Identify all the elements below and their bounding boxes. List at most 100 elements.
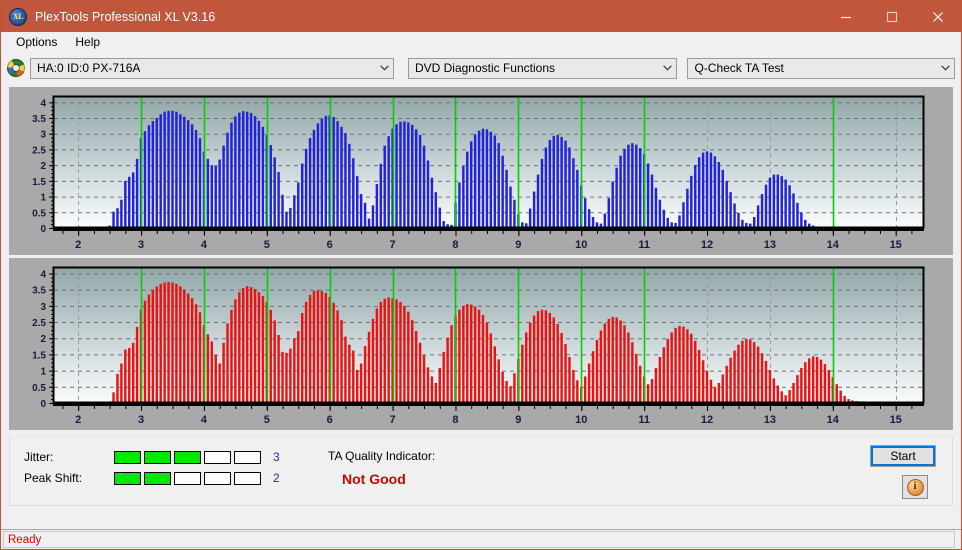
- svg-text:6: 6: [327, 239, 333, 251]
- svg-text:3: 3: [40, 130, 46, 141]
- svg-text:1: 1: [40, 367, 46, 378]
- svg-text:2: 2: [40, 161, 46, 172]
- svg-text:10: 10: [575, 414, 587, 426]
- maximize-icon[interactable]: [869, 1, 915, 32]
- meter-segment: [204, 471, 231, 485]
- svg-text:4: 4: [40, 269, 46, 280]
- ta-quality-block: TA Quality Indicator: Not Good: [328, 449, 435, 487]
- svg-text:0.5: 0.5: [32, 383, 46, 394]
- info-icon: i: [906, 478, 924, 496]
- chevron-down-icon: [659, 59, 676, 78]
- ta-quality-label: TA Quality Indicator:: [328, 449, 436, 463]
- svg-text:2: 2: [75, 414, 81, 426]
- svg-text:15: 15: [890, 239, 902, 251]
- peak-shift-value: 2: [273, 471, 280, 485]
- minimize-icon[interactable]: [823, 1, 869, 32]
- drive-select[interactable]: HA:0 ID:0 PX-716A: [30, 57, 394, 79]
- svg-text:2: 2: [40, 334, 46, 345]
- peak-shift-chart-panel: 0 0.5 1 1.5 2 2.5 3 3.5 4 2 3 4 5 6 7 8 9 10 11 12 13 14 15: [9, 258, 953, 430]
- svg-text:14: 14: [827, 239, 840, 251]
- svg-text:7: 7: [390, 239, 396, 251]
- svg-text:4: 4: [40, 98, 46, 109]
- selector-bar: HA:0 ID:0 PX-716A DVD Diagnostic Functio…: [1, 53, 961, 83]
- charts-container: 0 0.5 1 1.5 2 2.5 3 3.5 4 2 3 4 5 6 7 8 9 10 11 12 13 14 15 00…: [9, 87, 953, 430]
- jitter-chart-panel: 0 0.5 1 1.5 2 2.5 3 3.5 4 2 3 4 5 6 7 8 9 10 11 12 13 14 15: [9, 87, 953, 255]
- results-panel: Jitter: 3 Peak Shift: 2 TA Quality Indic…: [9, 436, 953, 506]
- function-select-value: DVD Diagnostic Functions: [414, 61, 555, 75]
- svg-text:3.5: 3.5: [32, 286, 46, 297]
- window-controls: [823, 1, 961, 32]
- meter-segment: [234, 450, 261, 464]
- jitter-label: Jitter:: [24, 450, 54, 464]
- close-icon[interactable]: [915, 1, 961, 32]
- svg-text:1.5: 1.5: [32, 177, 46, 188]
- svg-text:11: 11: [638, 239, 650, 251]
- jitter-chart: 0 0.5 1 1.5 2 2.5 3 3.5 4 2 3 4 5 6 7 8 9 10 11 12 13 14 15: [32, 95, 925, 251]
- chevron-down-icon: [937, 59, 954, 78]
- peak-shift-meter-row: Peak Shift: 2: [24, 471, 280, 485]
- xl-logo-icon: XL: [9, 7, 27, 26]
- svg-text:2.5: 2.5: [32, 145, 46, 156]
- jitter-meter: [114, 450, 261, 464]
- svg-text:12: 12: [701, 239, 713, 251]
- test-select-value: Q-Check TA Test: [694, 61, 784, 75]
- start-button-label: Start: [890, 449, 916, 463]
- svg-text:0: 0: [40, 224, 46, 235]
- svg-text:13: 13: [764, 414, 776, 426]
- meter-segment: [174, 471, 201, 485]
- svg-text:5: 5: [264, 414, 270, 426]
- title-bar: XL PlexTools Professional XL V3.16: [1, 1, 961, 32]
- svg-text:11: 11: [638, 414, 650, 426]
- application-window: XL PlexTools Professional XL V3.16 Optio…: [0, 0, 962, 550]
- start-button[interactable]: Start: [870, 445, 936, 467]
- svg-text:2: 2: [75, 239, 81, 251]
- peak-shift-label: Peak Shift:: [24, 471, 83, 485]
- status-text: Ready: [3, 531, 955, 548]
- svg-text:14: 14: [827, 414, 840, 426]
- svg-text:3.5: 3.5: [32, 114, 46, 125]
- test-select[interactable]: Q-Check TA Test: [687, 57, 955, 79]
- status-bar: Ready: [1, 529, 961, 549]
- meter-segment: [174, 450, 201, 464]
- svg-text:1: 1: [40, 193, 46, 204]
- meter-segment: [114, 450, 141, 464]
- svg-text:2.5: 2.5: [32, 318, 46, 329]
- chevron-down-icon: [376, 59, 393, 78]
- menu-item-options[interactable]: Options: [7, 33, 66, 51]
- svg-text:3: 3: [40, 302, 46, 313]
- svg-text:4: 4: [201, 239, 208, 251]
- svg-text:3: 3: [138, 414, 144, 426]
- svg-text:9: 9: [515, 239, 521, 251]
- svg-text:5: 5: [264, 239, 270, 251]
- function-select[interactable]: DVD Diagnostic Functions: [407, 57, 678, 79]
- svg-text:6: 6: [327, 414, 333, 426]
- info-button[interactable]: i: [902, 475, 928, 499]
- svg-text:9: 9: [515, 414, 521, 426]
- meter-segment: [234, 471, 261, 485]
- svg-text:15: 15: [890, 414, 902, 426]
- window-title: PlexTools Professional XL V3.16: [35, 9, 216, 24]
- jitter-value: 3: [273, 450, 280, 464]
- svg-text:8: 8: [452, 239, 458, 251]
- meter-segment: [114, 471, 141, 485]
- svg-text:12: 12: [701, 414, 713, 426]
- meter-segment: [204, 450, 231, 464]
- svg-text:8: 8: [452, 414, 458, 426]
- svg-text:1.5: 1.5: [32, 350, 46, 361]
- peak-shift-meter: [114, 471, 261, 485]
- menu-bar: Options Help: [1, 32, 961, 53]
- menu-item-help[interactable]: Help: [66, 33, 109, 51]
- meter-segment: [144, 450, 171, 464]
- jitter-meter-row: Jitter: 3: [24, 450, 280, 464]
- drive-select-value: HA:0 ID:0 PX-716A: [37, 61, 141, 75]
- svg-text:7: 7: [390, 414, 396, 426]
- svg-text:3: 3: [138, 239, 144, 251]
- peak-shift-chart: 0 0.5 1 1.5 2 2.5 3 3.5 4 2 3 4 5 6 7 8 9 10 11 12 13 14 15: [32, 266, 925, 426]
- svg-text:10: 10: [575, 239, 587, 251]
- svg-text:13: 13: [764, 239, 776, 251]
- svg-text:0.5: 0.5: [32, 208, 46, 219]
- ta-quality-verdict: Not Good: [342, 471, 406, 487]
- svg-text:0: 0: [40, 399, 46, 410]
- svg-text:4: 4: [201, 414, 208, 426]
- meter-segment: [144, 471, 171, 485]
